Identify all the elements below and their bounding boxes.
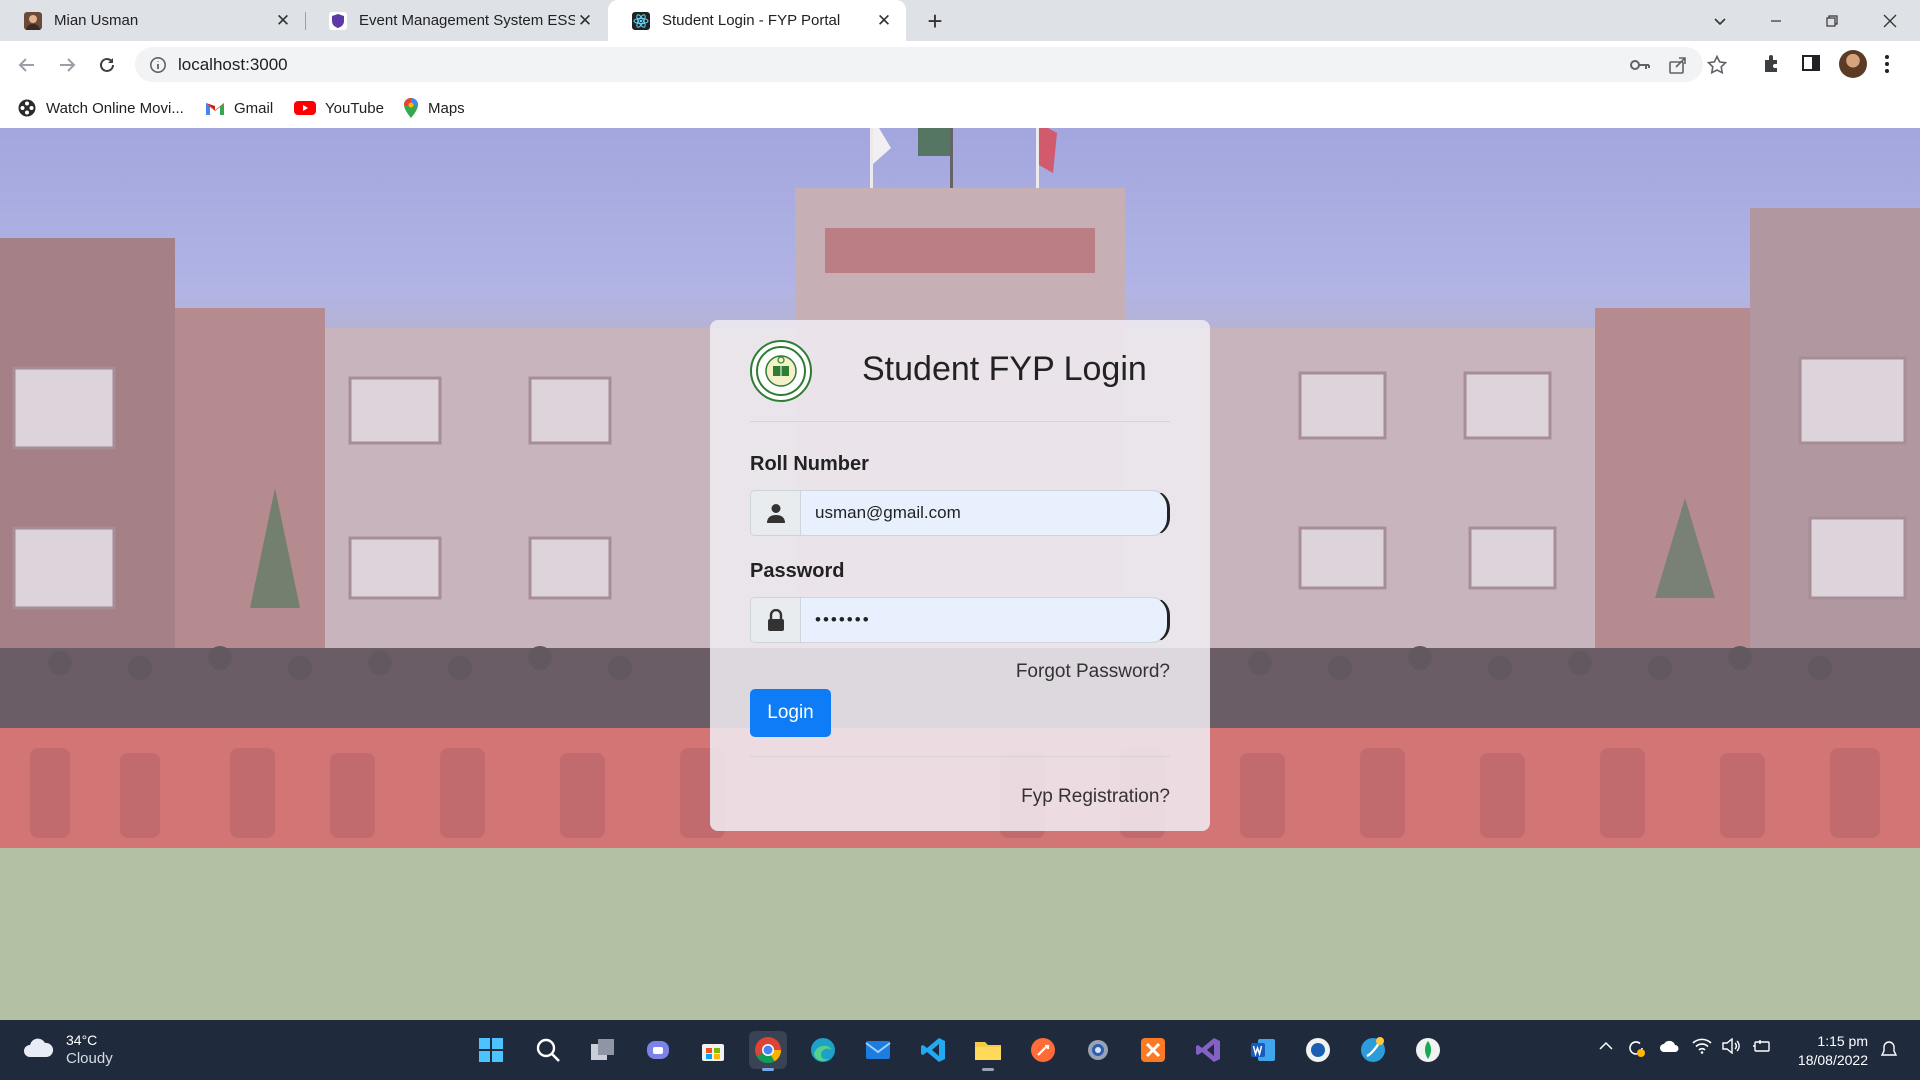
youtube-icon (294, 100, 316, 116)
login-title: Student FYP Login (862, 350, 1147, 388)
tab-title: Mian Usman (54, 12, 139, 29)
bookmark-watch-online-movies[interactable]: Watch Online Movi... (17, 89, 184, 127)
site-info-icon[interactable] (149, 56, 167, 74)
share-icon[interactable] (1668, 55, 1688, 80)
password-label: Password (750, 560, 845, 582)
extensions-puzzle-icon[interactable] (1761, 53, 1783, 75)
bookmark-star-icon[interactable] (1706, 54, 1728, 80)
bookmark-label: Gmail (234, 99, 274, 117)
lock-icon (750, 597, 800, 643)
university-logo (750, 340, 812, 402)
side-panel-icon[interactable] (1801, 53, 1821, 73)
microsoft-store-icon[interactable] (694, 1031, 732, 1069)
mongodb-compass-icon[interactable] (1409, 1031, 1447, 1069)
minimize-icon[interactable] (1748, 0, 1804, 41)
notification-icon[interactable] (1880, 1040, 1898, 1065)
bookmarks-bar: Watch Online Movi... Gmail YouTube Maps (0, 89, 1920, 129)
tray-chevron-up-icon[interactable] (1598, 1038, 1614, 1063)
vscode-icon[interactable] (914, 1031, 952, 1069)
volume-icon[interactable] (1722, 1037, 1742, 1063)
password-group (750, 597, 1170, 643)
forgot-password-link[interactable]: Forgot Password? (1016, 661, 1170, 683)
postman-icon[interactable] (1024, 1031, 1062, 1069)
search-icon[interactable] (529, 1031, 567, 1069)
password-key-icon[interactable] (1629, 55, 1651, 80)
tab-close-icon[interactable]: ✕ (273, 11, 293, 31)
bookmark-label: Watch Online Movi... (46, 99, 184, 117)
system-tray (1598, 1037, 1772, 1063)
browser-toolbar: localhost:3000 (0, 41, 1920, 89)
shield-favicon-icon (329, 11, 347, 30)
sync-icon[interactable] (1626, 1038, 1646, 1063)
url-text: localhost:3000 (178, 55, 288, 74)
weather-condition: Cloudy (66, 1050, 113, 1067)
maps-pin-icon (403, 98, 419, 118)
teams-chat-icon[interactable] (639, 1031, 677, 1069)
film-reel-icon (17, 98, 37, 118)
cloud-icon (22, 1037, 54, 1064)
onedrive-cloud-icon[interactable] (1658, 1038, 1680, 1063)
user-icon (750, 490, 800, 536)
system-clock[interactable]: 1:15 pm 18/08/2022 (1784, 1032, 1868, 1070)
forward-arrow-icon[interactable] (52, 50, 82, 80)
restore-icon[interactable] (1804, 0, 1860, 41)
roll-number-group (750, 490, 1170, 536)
close-window-icon[interactable] (1862, 0, 1918, 41)
login-card: Student FYP Login Roll Number Password F… (710, 320, 1210, 831)
clock-time: 1:15 pm (1817, 1033, 1868, 1049)
feather-app-icon[interactable] (1354, 1031, 1392, 1069)
tab-title: Student Login - FYP Portal (662, 12, 841, 29)
file-explorer-icon[interactable] (969, 1031, 1007, 1071)
edge-icon[interactable] (804, 1031, 842, 1069)
weather-widget[interactable]: 34°C Cloudy (22, 1032, 113, 1068)
tab-mian-usman[interactable]: Mian Usman ✕ (0, 0, 305, 41)
bookmark-label: Maps (428, 99, 465, 117)
browser-tab-strip: Mian Usman ✕ Event Management System ESS… (0, 0, 1920, 41)
address-bar[interactable]: localhost:3000 (135, 47, 1728, 82)
divider (750, 756, 1170, 757)
chrome-taskbar-icon[interactable] (749, 1031, 787, 1071)
tab-close-icon[interactable]: ✕ (874, 11, 894, 31)
login-button[interactable]: Login (750, 689, 831, 737)
back-arrow-icon[interactable] (12, 50, 42, 80)
bookmark-label: YouTube (325, 99, 384, 117)
battery-plug-icon[interactable] (1752, 1038, 1772, 1063)
bookmark-gmail[interactable]: Gmail (205, 89, 273, 127)
tab-close-icon[interactable]: ✕ (575, 11, 595, 31)
windows-taskbar: 34°C Cloudy 1:15 pm 18/08/2022 (0, 1020, 1920, 1080)
mail-icon[interactable] (859, 1031, 897, 1069)
wifi-icon[interactable] (1692, 1038, 1712, 1063)
tab-title: Event Management System ESSE (359, 12, 575, 29)
divider (750, 421, 1170, 422)
reload-icon[interactable] (92, 50, 122, 80)
more-menu-icon[interactable] (1883, 53, 1891, 75)
new-tab-plus-icon[interactable]: + (921, 6, 949, 36)
fyp-registration-link[interactable]: Fyp Registration? (1021, 786, 1170, 808)
clock-date: 18/08/2022 (1797, 1052, 1868, 1068)
tab-search-chevron-icon[interactable] (1692, 0, 1748, 41)
react-favicon-icon (632, 11, 650, 30)
app-circle-icon[interactable] (1299, 1031, 1337, 1069)
running-indicator (982, 1068, 994, 1071)
tab-event-management[interactable]: Event Management System ESSE ✕ (305, 0, 607, 41)
roll-number-label: Roll Number (750, 453, 869, 475)
weather-temperature: 34°C (66, 1032, 98, 1048)
visual-studio-icon[interactable] (1189, 1031, 1227, 1069)
profile-photo-icon (24, 11, 42, 30)
task-view-icon[interactable] (584, 1031, 622, 1069)
roll-number-input[interactable] (800, 490, 1170, 536)
xampp-icon[interactable] (1134, 1031, 1172, 1069)
tab-student-login[interactable]: Student Login - FYP Portal ✕ (608, 0, 906, 41)
password-input[interactable] (800, 597, 1170, 643)
gmail-icon (205, 100, 225, 116)
page-viewport: Student FYP Login Roll Number Password F… (0, 128, 1920, 1020)
word-icon[interactable] (1244, 1031, 1282, 1069)
profile-avatar[interactable] (1839, 50, 1867, 78)
settings-gear-icon[interactable] (1079, 1031, 1117, 1069)
bookmark-maps[interactable]: Maps (403, 89, 465, 127)
bookmark-youtube[interactable]: YouTube (294, 89, 384, 127)
start-windows-icon[interactable] (472, 1031, 510, 1069)
active-indicator (762, 1068, 774, 1071)
